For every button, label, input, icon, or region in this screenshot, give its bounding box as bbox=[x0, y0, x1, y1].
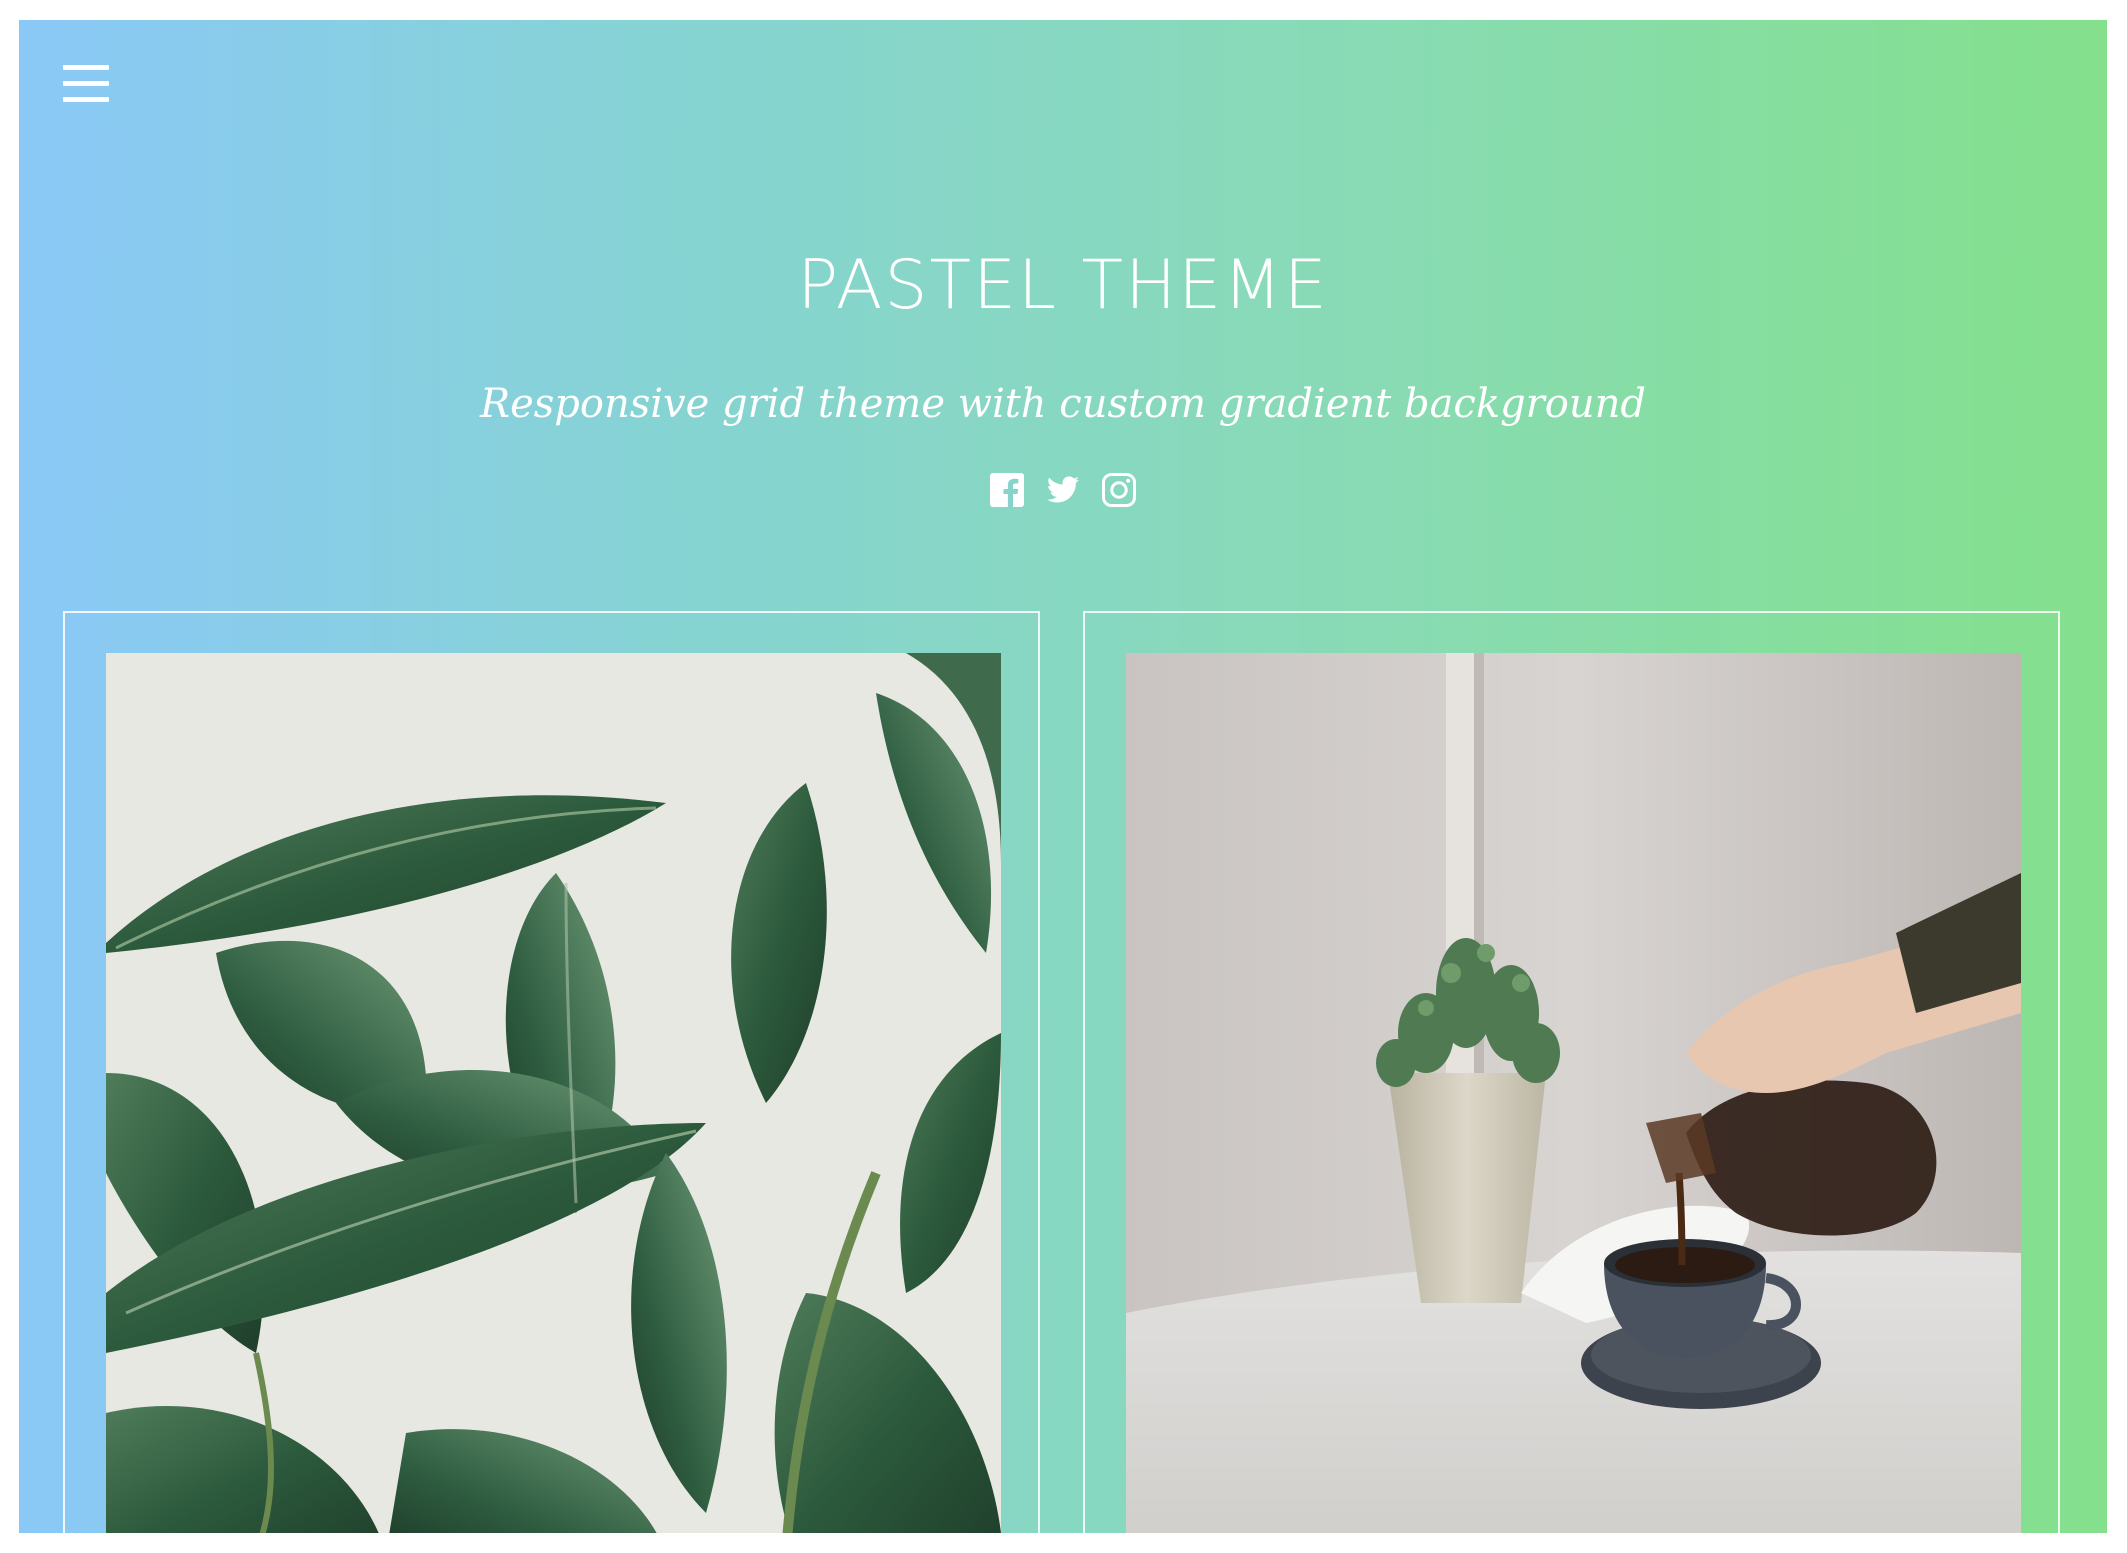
instagram-icon[interactable] bbox=[1101, 472, 1137, 508]
twitter-icon[interactable] bbox=[1045, 472, 1081, 508]
post-image-coffee[interactable] bbox=[1126, 653, 2021, 1533]
site-tagline: Responsive grid theme with custom gradie… bbox=[479, 381, 1647, 427]
post-card[interactable] bbox=[63, 611, 1040, 1533]
hamburger-menu-icon[interactable] bbox=[63, 65, 109, 105]
site-title[interactable]: PASTEL THEME bbox=[19, 252, 2107, 320]
social-links bbox=[19, 472, 2107, 508]
page-background: PASTEL THEME Responsive grid theme with … bbox=[19, 20, 2107, 1533]
post-card[interactable] bbox=[1083, 611, 2060, 1533]
facebook-icon[interactable] bbox=[989, 472, 1025, 508]
post-image-plant[interactable] bbox=[106, 653, 1001, 1533]
